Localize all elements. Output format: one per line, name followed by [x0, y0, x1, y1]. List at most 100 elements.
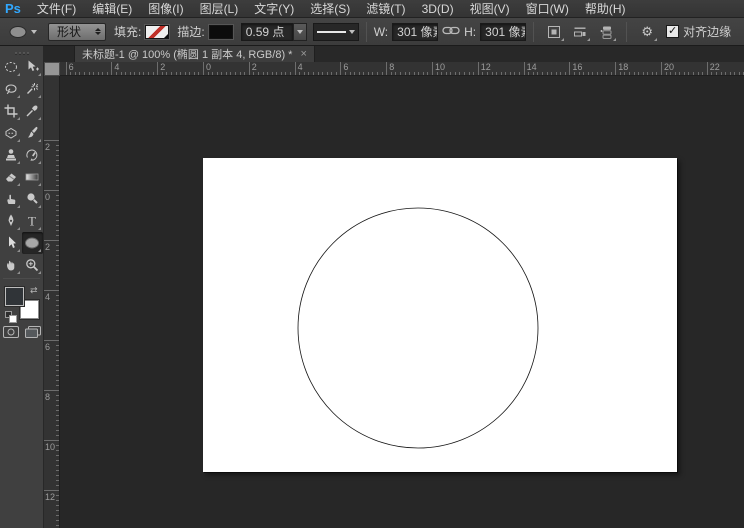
vertical-ruler[interactable]: 2 0 2 4 6 8 10 12	[44, 76, 60, 528]
ruler-tick	[56, 515, 59, 516]
tool-preset-picker[interactable]	[4, 23, 40, 41]
stroke-type-select[interactable]	[312, 22, 359, 41]
menu-item[interactable]: 图像(I)	[140, 0, 191, 18]
menu-bar: Ps 文件(F) 编辑(E) 图像(I) 图层(L) 文字(Y) 选择(S) 滤镜(T) 3D…	[0, 0, 744, 18]
foreground-color-swatch[interactable]	[4, 287, 24, 306]
menu-item[interactable]: 文字(Y)	[246, 0, 302, 18]
panel-grip[interactable]	[0, 46, 43, 56]
ruler-tick	[148, 72, 150, 75]
ruler-tick	[56, 230, 59, 231]
menu-item[interactable]: 编辑(E)	[84, 0, 140, 18]
ruler-tick	[44, 440, 59, 441]
menu-item[interactable]: 选择(S)	[302, 0, 358, 18]
ruler-tick	[560, 72, 562, 75]
ruler-tick	[79, 72, 81, 75]
ruler-label: 6	[45, 342, 51, 352]
geometry-options-button[interactable]: ⚙	[636, 22, 658, 42]
menu-item[interactable]: 文件(F)	[29, 0, 84, 18]
hand-tool[interactable]	[1, 254, 22, 276]
stroke-label: 描边:	[177, 25, 205, 39]
ruler-tick	[56, 395, 59, 396]
ruler-tick	[56, 265, 59, 266]
shape-layer	[297, 207, 539, 449]
pen-tool[interactable]	[1, 210, 22, 232]
ruler-tick	[734, 72, 736, 75]
default-colors-icon[interactable]	[4, 311, 17, 323]
ruler-tick	[244, 72, 246, 75]
elliptical-marquee-tool[interactable]	[1, 56, 22, 78]
ruler-tick	[674, 72, 676, 75]
ruler-label: 10	[45, 442, 56, 452]
updown-arrows-icon	[95, 28, 101, 35]
ellipse-tool[interactable]	[21, 232, 43, 254]
dodge-tool[interactable]	[22, 188, 43, 210]
width-input[interactable]: 301 像素	[392, 22, 439, 41]
options-bar: 形状 填充: 描边: 0.59 点 W: 301 像素 H: 301 像素	[0, 18, 744, 46]
ruler-tick	[441, 72, 443, 75]
ruler-tick	[44, 190, 59, 191]
stroke-width-value: 0.59 点	[245, 25, 285, 39]
menu-item[interactable]: 图层(L)	[192, 0, 247, 18]
divider	[3, 278, 40, 279]
stroke-width-dropdown-button[interactable]	[292, 22, 307, 41]
menu-item[interactable]: 3D(D)	[414, 0, 462, 18]
ruler-tick	[216, 72, 218, 75]
screen-mode-button[interactable]	[24, 325, 42, 342]
height-input[interactable]: 301 像素	[480, 22, 527, 41]
path-arrangement-button[interactable]	[595, 22, 617, 42]
menu-item[interactable]: 帮助(H)	[577, 0, 634, 18]
stroke-width-input[interactable]: 0.59 点	[240, 22, 293, 41]
menu-item[interactable]: 窗口(W)	[518, 0, 577, 18]
swap-colors-icon[interactable]: ⇄	[30, 285, 38, 296]
zoom-tool[interactable]	[22, 254, 43, 276]
ruler-tick	[486, 72, 488, 75]
ruler-label: 4	[297, 62, 303, 72]
ruler-tick	[198, 72, 200, 75]
document-canvas[interactable]	[203, 158, 677, 472]
menu-item[interactable]: 滤镜(T)	[358, 0, 413, 18]
path-selection-tool[interactable]	[1, 232, 22, 254]
history-brush-icon	[26, 149, 38, 161]
ruler-tick	[56, 500, 59, 501]
ruler-tick	[367, 72, 369, 75]
path-alignment-button[interactable]	[569, 22, 591, 42]
eraser-tool[interactable]	[1, 166, 22, 188]
magnifier-icon	[26, 259, 39, 272]
ruler-tick	[56, 320, 59, 321]
ruler-tick	[56, 345, 59, 346]
ruler-origin-box[interactable]	[44, 62, 60, 76]
magic-wand-tool[interactable]	[22, 78, 43, 100]
type-tool[interactable]: T	[22, 210, 43, 232]
menu-item[interactable]: 视图(V)	[462, 0, 518, 18]
brush-tool[interactable]	[22, 122, 43, 144]
gradient-tool[interactable]	[22, 166, 43, 188]
clone-stamp-tool[interactable]	[1, 144, 22, 166]
horizontal-ruler[interactable]: 6 4 2 0 2 4 6 8 10 12 14 16 18 20 22	[60, 62, 744, 76]
crop-tool[interactable]	[1, 100, 22, 122]
ruler-label: 8	[389, 62, 395, 72]
ruler-tick	[56, 370, 59, 371]
patch-tool[interactable]	[1, 122, 22, 144]
stroke-swatch[interactable]	[208, 24, 233, 39]
align-edges-checkbox[interactable]: ✓	[666, 25, 680, 38]
quick-mask-button[interactable]	[2, 325, 20, 342]
close-icon[interactable]: ×	[300, 48, 306, 60]
document-tab[interactable]: 未标题-1 @ 100% (椭圆 1 副本 4, RGB/8) * ×	[74, 46, 315, 62]
lasso-tool[interactable]	[1, 78, 22, 100]
ruler-tick	[445, 72, 447, 75]
ruler-label: 14	[526, 62, 537, 72]
gear-icon: ⚙	[641, 24, 653, 39]
height-label: H:	[464, 24, 477, 39]
ruler-tick	[720, 72, 722, 75]
history-brush-tool[interactable]	[22, 144, 43, 166]
move-tool[interactable]	[22, 56, 43, 78]
eyedropper-tool[interactable]	[22, 100, 43, 122]
link-dimensions-button[interactable]	[442, 25, 460, 39]
fill-swatch[interactable]	[145, 24, 170, 39]
ruler-tick	[683, 72, 685, 75]
path-operations-button[interactable]	[543, 22, 565, 42]
ruler-tick	[56, 325, 59, 326]
ruler-tick	[738, 72, 740, 75]
smudge-tool[interactable]	[1, 188, 22, 210]
tool-mode-select[interactable]: 形状	[48, 22, 106, 41]
